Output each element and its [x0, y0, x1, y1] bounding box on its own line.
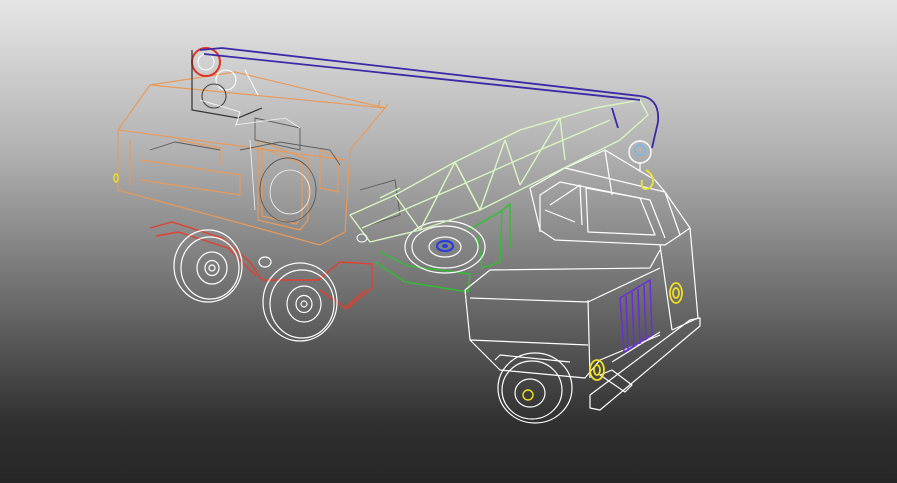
- rear-wheel-1: [173, 229, 243, 303]
- rear-light: [113, 173, 119, 183]
- boom-pivot: [356, 233, 368, 243]
- crane-cabin: [117, 71, 389, 246]
- driver-cab: [529, 149, 699, 331]
- axle-hub: [258, 256, 272, 268]
- crane-cable: [199, 47, 660, 149]
- crane-boom: [349, 99, 649, 243]
- front-grille: [619, 278, 653, 354]
- front-wheel: [494, 352, 573, 424]
- cabin-detail-white: [234, 117, 311, 215]
- spare-wheel: [404, 220, 486, 274]
- cad-viewport[interactable]: [0, 0, 897, 483]
- rear-wheel-2: [262, 262, 338, 342]
- spare-wheel-hub: [442, 244, 448, 248]
- cab-lower-body: [464, 249, 661, 379]
- truck-crane-wireframe: [113, 47, 701, 424]
- headlights: [589, 282, 683, 381]
- chassis-frame: [374, 202, 511, 293]
- crane-hook: [628, 140, 655, 190]
